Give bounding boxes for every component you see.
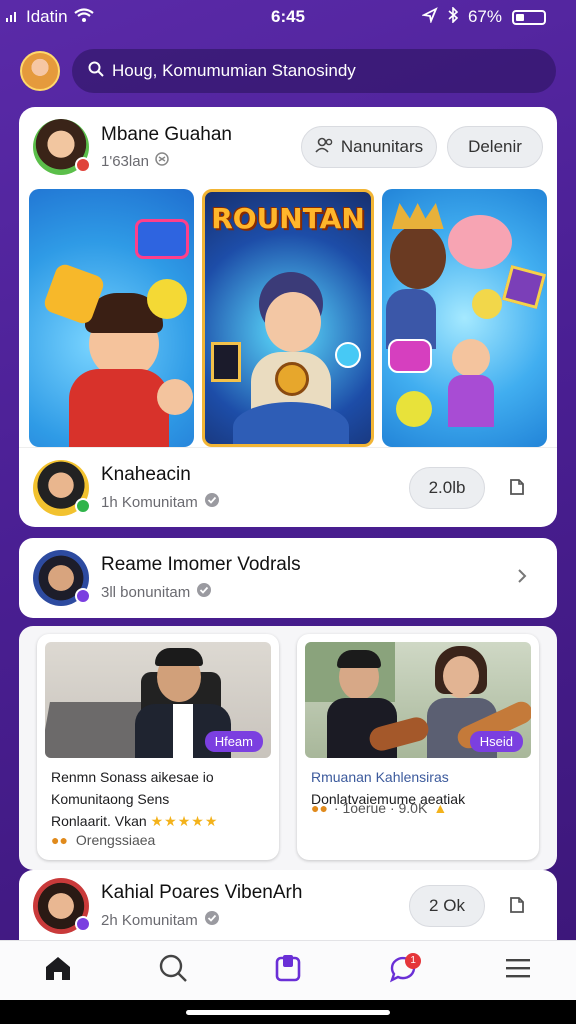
gallery-image-1[interactable]	[29, 189, 195, 447]
community-row-3[interactable]: Kahial Poares VibenArh 2h Komunitam 2 Ok	[19, 870, 557, 942]
community-sub-1: 1h Komunitam	[101, 493, 198, 511]
community-name-1: Knaheacin	[101, 464, 191, 485]
video-title-1-line1: Renmn Sonass aikesae io	[51, 769, 214, 785]
search-icon	[158, 953, 188, 988]
battery-label: 67%	[467, 7, 502, 26]
share-icon[interactable]	[505, 892, 529, 921]
search-text: Houg, Komumumian Stanosindy	[112, 61, 356, 80]
community-avatar-1[interactable]	[33, 460, 91, 516]
chevron-right-icon[interactable]	[515, 567, 529, 590]
post-author-avatar[interactable]	[33, 119, 91, 175]
video-meta-2: · 1oerue · 9.0K	[333, 800, 428, 816]
post-gallery: ROUNTAN	[29, 189, 547, 447]
community-sub-3: 2h Komunitam	[101, 911, 198, 929]
gallery-image-3[interactable]	[381, 189, 547, 447]
post-author-name[interactable]: Mbane Guahan	[101, 124, 301, 146]
verified-badge-icon	[75, 588, 91, 604]
battery-icon	[512, 9, 546, 25]
verified-badge-icon	[75, 916, 91, 932]
people-icon	[315, 137, 335, 158]
community-avatar-2[interactable]	[33, 550, 91, 606]
community-name-2: Reame Imomer Vodrals	[101, 554, 301, 575]
search-input[interactable]: Houg, Komumumian Stanosindy	[72, 49, 556, 93]
verified-badge-icon	[75, 157, 91, 173]
video-thumbnail-2[interactable]: Hseid	[305, 642, 531, 758]
status-bar: Idatin 6:45 67%	[0, 0, 576, 34]
search-icon	[88, 61, 104, 82]
globe-icon	[155, 152, 169, 170]
video-card-2[interactable]: Hseid Rmuanan Kahlensiras Donlatvaiemume…	[297, 634, 539, 860]
signal-icon	[6, 7, 20, 27]
tab-create[interactable]	[266, 949, 310, 993]
delete-button[interactable]: Delenir	[447, 126, 543, 168]
share-icon[interactable]	[505, 474, 529, 503]
tab-search[interactable]	[151, 949, 195, 993]
home-icon	[43, 954, 73, 987]
my-avatar[interactable]	[20, 51, 60, 91]
community-avatar-3[interactable]	[33, 878, 91, 934]
count-label-3: 2 Ok	[429, 896, 465, 915]
rating-stars: ★★★★★	[150, 813, 219, 829]
members-label: Nanunitars	[340, 137, 424, 156]
bottom-tab-bar: 1	[0, 940, 576, 1000]
tab-home[interactable]	[36, 949, 80, 993]
post-time: 1'63lan	[101, 152, 149, 170]
post-card: Mbane Guahan 1'63lan Nanunitars Delenir	[19, 107, 557, 527]
menu-icon	[504, 956, 532, 985]
video-title-2-line1: Rmuanan Kahlensiras	[311, 769, 449, 785]
home-indicator	[0, 1000, 576, 1024]
count-button-3[interactable]: 2 Ok	[409, 885, 485, 927]
video-title-1-line3: Ronlaarit. Vkan	[51, 813, 147, 829]
post-header: Mbane Guahan 1'63lan Nanunitars Delenir	[19, 107, 557, 187]
community-row-1[interactable]: Knaheacin 1h Komunitam 2.0lb	[19, 447, 557, 527]
video-title-1-line2: Komunitaong Sens	[51, 791, 170, 807]
search-row: Houg, Komumumian Stanosindy	[20, 48, 556, 94]
wifi-icon	[73, 7, 94, 27]
count-button-1[interactable]: 2.0lb	[409, 467, 485, 509]
video-tag-1: Hfeam	[204, 731, 263, 752]
bluetooth-icon	[448, 5, 459, 28]
create-post-icon	[273, 953, 303, 988]
tab-messages[interactable]: 1	[381, 949, 425, 993]
community-name-3: Kahial Poares VibenArh	[101, 882, 303, 903]
check-icon	[204, 910, 220, 930]
check-icon	[196, 582, 212, 602]
video-thumbnail-1[interactable]: Hfeam	[45, 642, 271, 758]
video-tag-2: Hseid	[469, 731, 523, 752]
status-time: 6:45	[270, 7, 306, 26]
emoji-icon: ●●	[311, 800, 328, 816]
location-icon	[421, 6, 438, 28]
video-card-1[interactable]: Hfeam Renmn Sonass aikesae io Komunitaon…	[37, 634, 279, 860]
video-meta-1: Orengssiaea	[75, 832, 156, 848]
community-sub-2: 3ll bonunitam	[101, 583, 191, 601]
community-row-2[interactable]: Reame Imomer Vodrals 3ll bonunitam	[19, 538, 557, 618]
notification-badge: 1	[405, 952, 422, 969]
emoji-icon: ●●	[51, 832, 68, 848]
carrier-label: Idatin	[26, 7, 68, 26]
count-label-1: 2.0lb	[428, 478, 466, 497]
gallery-title: ROUNTAN	[211, 202, 365, 235]
video-section: Hfeam Renmn Sonass aikesae io Komunitaon…	[19, 626, 557, 870]
warning-icon: ▲	[433, 800, 448, 816]
delete-label: Delenir	[468, 137, 522, 156]
gallery-image-2[interactable]: ROUNTAN	[202, 189, 374, 447]
check-icon	[204, 492, 220, 512]
tab-menu[interactable]	[496, 949, 540, 993]
members-button[interactable]: Nanunitars	[301, 126, 437, 168]
verified-badge-icon	[75, 498, 91, 514]
